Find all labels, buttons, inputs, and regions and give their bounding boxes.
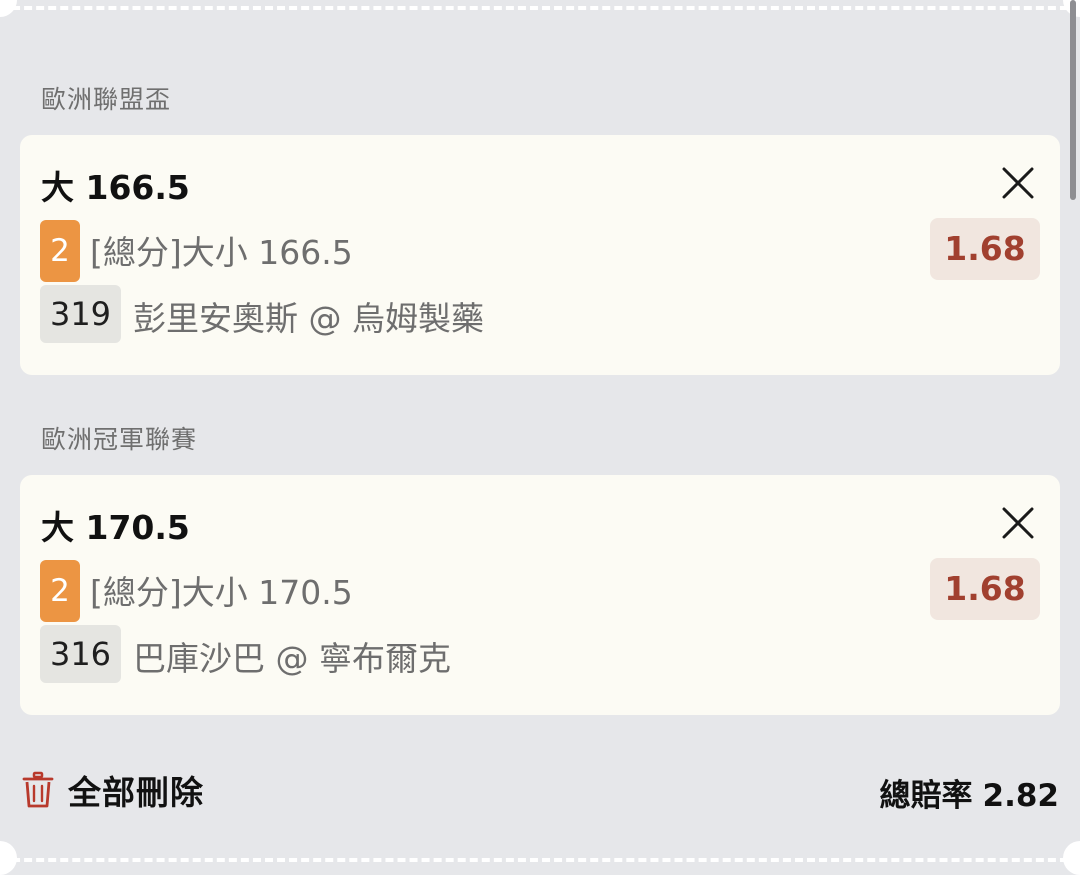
matchup-teams: 彭里安奧斯 @ 烏姆製藥 (133, 299, 484, 338)
total-odds-label: 總賠率 (879, 778, 973, 814)
bet-card: 大 170.5 2 [總分]大小 170.5 1.68 316 巴庫沙巴 @ 寧… (20, 475, 1060, 715)
ticket-notch-top-left (0, 0, 17, 17)
ticket-notch-bottom-right (1063, 841, 1080, 875)
bet-slip: 歐洲聯盟盃 大 166.5 2 [總分]大小 166.5 1.68 319 彭里… (0, 0, 1080, 875)
remove-bet-button[interactable] (998, 503, 1038, 543)
close-icon (1002, 167, 1034, 199)
trash-icon (22, 771, 54, 808)
market-label: [總分]大小 170.5 (90, 573, 353, 612)
bet-selection-title: 大 166.5 (41, 168, 190, 207)
scrollbar[interactable] (1070, 0, 1076, 200)
delete-all-label: 全部刪除 (68, 773, 204, 812)
remove-bet-button[interactable] (998, 163, 1038, 203)
odds-value[interactable]: 1.68 (930, 218, 1040, 280)
ticket-notch-bottom-left (0, 841, 17, 875)
bet-type-badge: 2 (40, 220, 80, 282)
perforation-top (0, 6, 1080, 10)
market-label: [總分]大小 166.5 (90, 233, 353, 272)
total-odds-value: 2.82 (982, 778, 1060, 814)
match-code: 319 (40, 285, 121, 343)
odds-value[interactable]: 1.68 (930, 558, 1040, 620)
perforation-bottom (0, 858, 1080, 862)
bet-selection-title: 大 170.5 (41, 508, 190, 547)
bet-type-badge: 2 (40, 560, 80, 622)
total-odds: 總賠率 2.82 (880, 770, 1060, 815)
delete-all-button[interactable]: 全部刪除 (22, 768, 204, 812)
close-icon (1002, 507, 1034, 539)
match-code: 316 (40, 625, 121, 683)
matchup-teams: 巴庫沙巴 @ 寧布爾克 (133, 639, 451, 678)
bet-card: 大 166.5 2 [總分]大小 166.5 1.68 319 彭里安奧斯 @ … (20, 135, 1060, 375)
league-name: 歐洲冠軍聯賽 (41, 425, 198, 454)
league-name: 歐洲聯盟盃 (41, 85, 172, 114)
